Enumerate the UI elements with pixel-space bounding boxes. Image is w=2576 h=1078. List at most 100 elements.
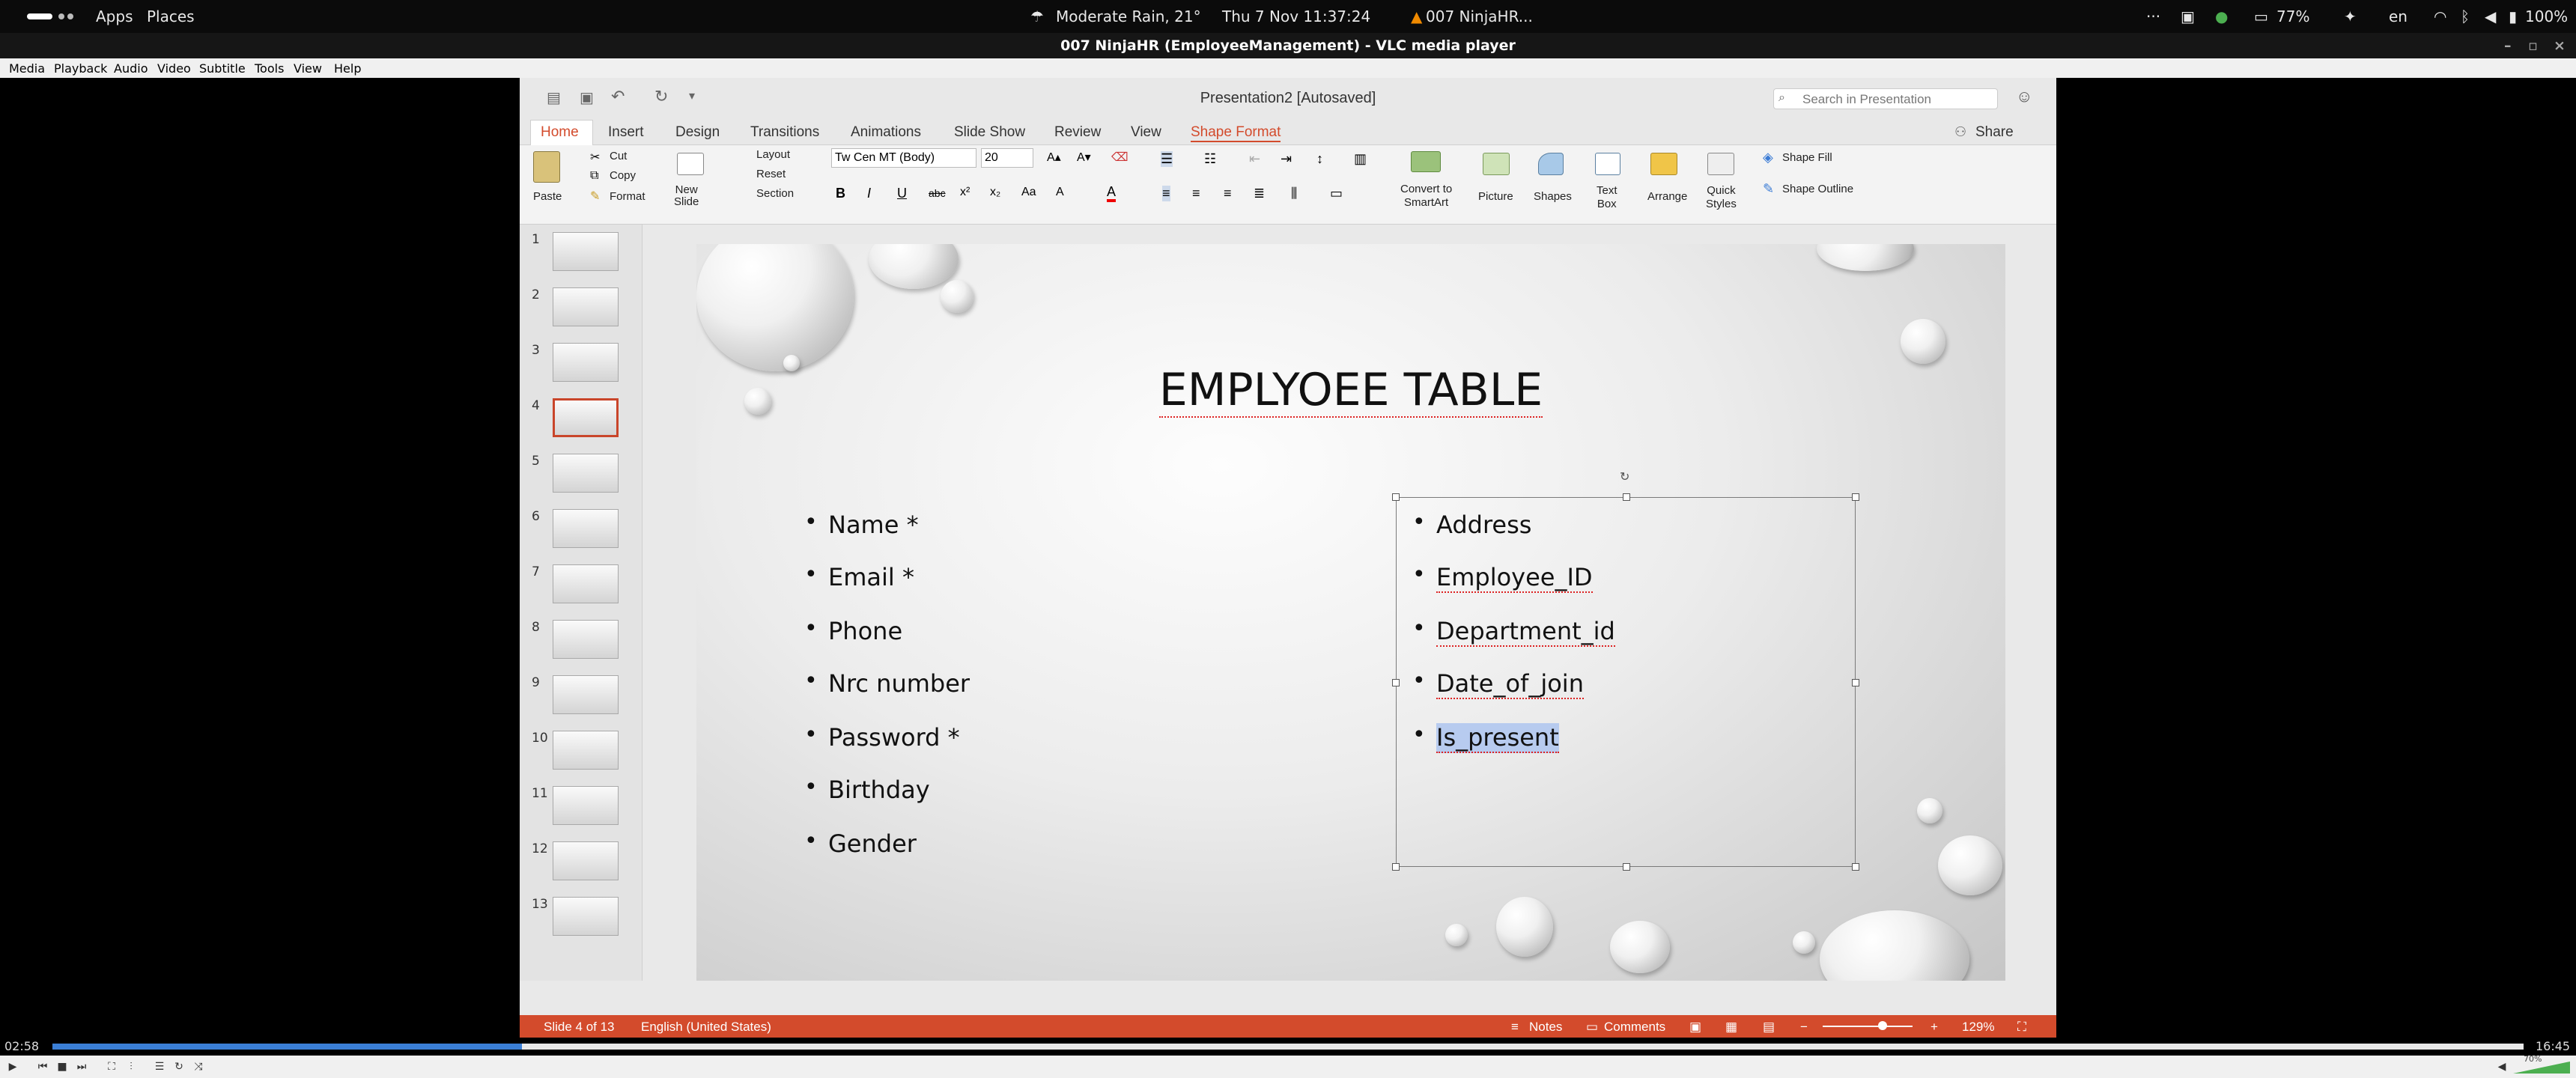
- increase-indent-icon[interactable]: ⇥: [1281, 151, 1292, 167]
- volume-icon[interactable]: ◀: [2485, 7, 2496, 25]
- slide-thumbnail-7[interactable]: [553, 564, 619, 603]
- slide-thumbnail-8[interactable]: [553, 620, 619, 659]
- textbox-icon[interactable]: [1595, 153, 1620, 175]
- playlist-icon[interactable]: ☰: [153, 1060, 166, 1074]
- strikethrough-icon[interactable]: abc: [929, 187, 946, 199]
- left-bullet-item[interactable]: Gender: [804, 828, 917, 858]
- slide-4[interactable]: EMPLYOEE TABLE Name * Email * Phone Nrc …: [696, 244, 2005, 981]
- comments-button[interactable]: Comments: [1604, 1020, 1665, 1035]
- maximize-icon[interactable]: ▫: [2528, 37, 2538, 54]
- menu-tools[interactable]: Tools: [255, 61, 284, 76]
- volume-slider[interactable]: 70%: [2513, 1054, 2570, 1074]
- search-box[interactable]: ⌕ Search in Presentation: [1773, 88, 1998, 109]
- green-status-icon[interactable]: ●: [2215, 7, 2228, 25]
- slide-thumbnail-13[interactable]: [553, 897, 619, 936]
- smiley-icon[interactable]: ☺: [2016, 87, 2032, 106]
- section-button[interactable]: Section: [756, 187, 794, 200]
- right-bullet-item[interactable]: Address: [1412, 509, 1532, 539]
- accessibility-icon[interactable]: ✦: [2344, 7, 2357, 25]
- bold-icon[interactable]: B: [836, 186, 845, 201]
- activities-indicator[interactable]: [27, 13, 73, 19]
- notes-button[interactable]: Notes: [1529, 1020, 1562, 1035]
- arrange-icon[interactable]: [1650, 153, 1677, 175]
- menu-playback[interactable]: Playback: [54, 61, 107, 76]
- overflow-dots[interactable]: ···: [2146, 7, 2160, 25]
- reading-view-icon[interactable]: ▤: [1763, 1020, 1775, 1035]
- menu-video[interactable]: Video: [157, 61, 191, 76]
- align-left-icon[interactable]: ≡: [1162, 186, 1170, 201]
- new-slide-icon[interactable]: [677, 153, 704, 175]
- cut-button[interactable]: Cut: [610, 150, 627, 162]
- resize-handle[interactable]: [1852, 863, 1859, 871]
- clock[interactable]: Thu 7 Nov 11:37:24: [1222, 7, 1370, 25]
- text-direction-icon[interactable]: ⫼: [1291, 186, 1297, 201]
- format-painter-button[interactable]: Format: [610, 190, 645, 203]
- slide-thumbnail-5[interactable]: [553, 454, 619, 493]
- picture-icon[interactable]: [1483, 153, 1510, 175]
- share-icon[interactable]: ⚇: [1954, 124, 1966, 140]
- left-bullet-item[interactable]: Name *: [804, 509, 918, 539]
- tab-home[interactable]: Home: [541, 124, 579, 141]
- battery-icon[interactable]: ▮: [2509, 7, 2517, 25]
- new-slide-button[interactable]: New Slide: [674, 184, 699, 208]
- numbering-icon[interactable]: ☷: [1204, 151, 1216, 167]
- underline-icon[interactable]: U: [897, 186, 907, 201]
- slide-thumbnail-9[interactable]: [553, 675, 619, 714]
- resize-handle[interactable]: [1392, 679, 1400, 686]
- tab-design[interactable]: Design: [675, 124, 720, 141]
- menu-help[interactable]: Help: [334, 61, 361, 76]
- shuffle-icon[interactable]: ⤨: [192, 1060, 205, 1074]
- right-bullet-item-selected[interactable]: Is_present: [1412, 722, 1559, 753]
- places-menu[interactable]: Places: [147, 7, 195, 25]
- resize-handle[interactable]: [1623, 863, 1630, 871]
- tab-shape-format[interactable]: Shape Format: [1191, 124, 1281, 142]
- slide-thumbnail-4[interactable]: [553, 398, 619, 437]
- tab-insert[interactable]: Insert: [608, 124, 644, 141]
- tab-animations[interactable]: Animations: [851, 124, 921, 141]
- resize-handle[interactable]: [1852, 679, 1859, 686]
- subscript-icon[interactable]: x₂: [990, 186, 1000, 199]
- resize-handle[interactable]: [1623, 493, 1630, 501]
- language-status[interactable]: English (United States): [641, 1020, 771, 1035]
- weather-indicator[interactable]: Moderate Rain, 21°: [1056, 7, 1201, 25]
- decrease-font-icon[interactable]: A▾: [1077, 150, 1091, 165]
- resize-handle[interactable]: [1392, 493, 1400, 501]
- left-bullet-item[interactable]: Password *: [804, 722, 960, 752]
- share-button[interactable]: Share: [1975, 124, 2014, 141]
- memory-percent[interactable]: 77%: [2276, 7, 2309, 25]
- menu-audio[interactable]: Audio: [114, 61, 148, 76]
- menu-view[interactable]: View: [294, 61, 322, 76]
- loop-icon[interactable]: ↻: [172, 1060, 186, 1074]
- quick-styles-icon[interactable]: [1707, 153, 1734, 175]
- left-bullet-item[interactable]: Birthday: [804, 774, 930, 804]
- font-size-select[interactable]: 20: [981, 148, 1033, 168]
- screenshot-icon[interactable]: ▣: [2181, 7, 2195, 25]
- apps-menu[interactable]: Apps: [96, 7, 133, 25]
- stop-icon[interactable]: ■: [55, 1060, 69, 1074]
- close-icon[interactable]: ×: [2554, 37, 2566, 54]
- menu-subtitle[interactable]: Subtitle: [199, 61, 246, 76]
- seek-bar[interactable]: [52, 1044, 2524, 1050]
- zoom-level[interactable]: 129%: [1962, 1020, 1994, 1035]
- slide-thumbnail-1[interactable]: [553, 232, 619, 271]
- fullscreen-icon[interactable]: ⛶: [105, 1060, 118, 1074]
- rotate-handle-icon[interactable]: ↻: [1620, 469, 1629, 484]
- picture-button[interactable]: Picture: [1478, 190, 1513, 203]
- copy-button[interactable]: Copy: [610, 169, 636, 182]
- shape-fill-button[interactable]: Shape Fill: [1782, 151, 1832, 164]
- slide-thumbnail-6[interactable]: [553, 509, 619, 548]
- font-color-icon[interactable]: A: [1107, 184, 1117, 202]
- decrease-indent-icon[interactable]: ⇤: [1249, 151, 1260, 167]
- shape-outline-button[interactable]: Shape Outline: [1782, 183, 1853, 195]
- align-right-icon[interactable]: ≡: [1224, 186, 1232, 201]
- right-bullet-item[interactable]: Department_id: [1412, 615, 1615, 647]
- quick-styles-button[interactable]: Quick Styles: [1706, 184, 1737, 211]
- tab-review[interactable]: Review: [1054, 124, 1101, 141]
- slide-thumbnail-10[interactable]: [553, 731, 619, 770]
- left-bullet-item[interactable]: Phone: [804, 615, 902, 645]
- language-indicator[interactable]: en: [2389, 7, 2408, 25]
- previous-icon[interactable]: ⏮: [36, 1060, 49, 1074]
- right-bullet-item[interactable]: Date_of_join: [1412, 668, 1584, 699]
- arrange-button[interactable]: Arrange: [1647, 190, 1687, 203]
- bluetooth-icon[interactable]: ᛒ: [2461, 7, 2470, 25]
